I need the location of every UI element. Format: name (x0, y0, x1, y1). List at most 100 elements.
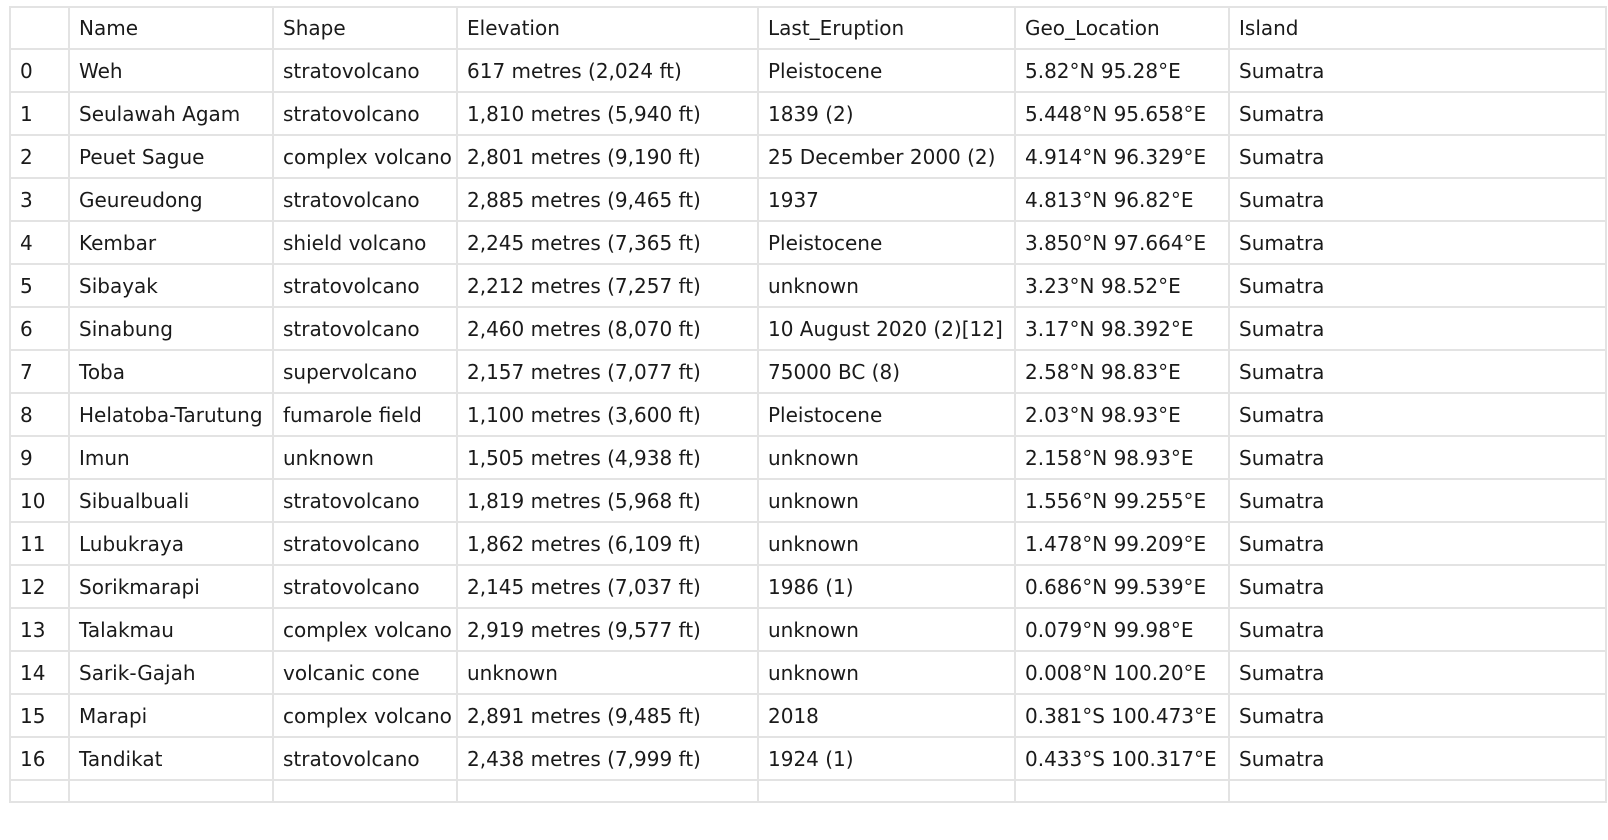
table-row: 4 Kembar shield volcano 2,245 metres (7,365… (9, 220, 1607, 265)
cell-elevation: 2,919 metres (9,577 ft) (456, 607, 759, 652)
column-header-island[interactable]: Island (1228, 6, 1607, 50)
cell-elevation: unknown (456, 650, 759, 695)
cell-last-eruption: Pleistocene (757, 392, 1016, 437)
cell-index: 15 (9, 693, 70, 738)
table-row: 14 Sarik-Gajah volcanic cone unknown unknown… (9, 650, 1607, 695)
cell-elevation: 2,891 metres (9,485 ft) (456, 693, 759, 738)
cell-name: Geureudong (68, 177, 274, 222)
table-row: 7 Toba supervolcano 2,157 metres (7,077 ft)… (9, 349, 1607, 394)
cell-last-eruption: 1924 (1) (757, 736, 1016, 781)
column-header-shape[interactable]: Shape (272, 6, 458, 50)
cell-shape: stratovolcano (272, 91, 458, 136)
cell-last-eruption: unknown (757, 607, 1016, 652)
column-header-index[interactable] (9, 6, 70, 50)
cell-elevation: 1,862 metres (6,109 ft) (456, 521, 759, 566)
cell-last-eruption: 75000 BC (8) (757, 349, 1016, 394)
cell-elevation: 2,212 metres (7,257 ft) (456, 263, 759, 308)
cell-island: Sumatra (1228, 48, 1607, 93)
cell-index: 0 (9, 48, 70, 93)
table-row: 0 Weh stratovolcano 617 metres (2,024 ft) Pl… (9, 48, 1607, 93)
cell-last-eruption: unknown (757, 650, 1016, 695)
table-row: 3 Geureudong stratovolcano 2,885 metres (9,… (9, 177, 1607, 222)
table-row: 2 Peuet Sague complex volcano 2,801 metres … (9, 134, 1607, 179)
cell-geo-location: 1.478°N 99.209°E (1014, 521, 1230, 566)
cell-island: Sumatra (1228, 263, 1607, 308)
cell-shape: supervolcano (272, 349, 458, 394)
cell-geo-location (1014, 779, 1230, 803)
cell-elevation: 2,885 metres (9,465 ft) (456, 177, 759, 222)
cell-shape: stratovolcano (272, 177, 458, 222)
cell-elevation: 2,145 metres (7,037 ft) (456, 564, 759, 609)
cell-name: Kembar (68, 220, 274, 265)
cell-elevation: 2,438 metres (7,999 ft) (456, 736, 759, 781)
cell-name: Sorikmarapi (68, 564, 274, 609)
table-row: 9 Imun unknown 1,505 metres (4,938 ft) unkno… (9, 435, 1607, 480)
cell-geo-location: 3.17°N 98.392°E (1014, 306, 1230, 351)
cell-index: 3 (9, 177, 70, 222)
cell-geo-location: 0.079°N 99.98°E (1014, 607, 1230, 652)
cell-name: Peuet Sague (68, 134, 274, 179)
cell-geo-location: 3.23°N 98.52°E (1014, 263, 1230, 308)
cell-index: 5 (9, 263, 70, 308)
cell-name: Sinabung (68, 306, 274, 351)
table-body: 0 Weh stratovolcano 617 metres (2,024 ft) Pl… (9, 48, 1607, 803)
column-header-name[interactable]: Name (68, 6, 274, 50)
cell-shape: stratovolcano (272, 564, 458, 609)
cell-index: 4 (9, 220, 70, 265)
table-row: 5 Sibayak stratovolcano 2,212 metres (7,257… (9, 263, 1607, 308)
cell-island: Sumatra (1228, 306, 1607, 351)
cell-island: Sumatra (1228, 564, 1607, 609)
cell-geo-location: 3.850°N 97.664°E (1014, 220, 1230, 265)
column-header-last-eruption[interactable]: Last_Eruption (757, 6, 1016, 50)
cell-elevation: 617 metres (2,024 ft) (456, 48, 759, 93)
table-row: 11 Lubukraya stratovolcano 1,862 metres (6,… (9, 521, 1607, 566)
cell-island: Sumatra (1228, 91, 1607, 136)
column-header-elevation[interactable]: Elevation (456, 6, 759, 50)
cell-index: 10 (9, 478, 70, 523)
cell-island: Sumatra (1228, 650, 1607, 695)
cell-index: 11 (9, 521, 70, 566)
cell-island: Sumatra (1228, 693, 1607, 738)
cell-name (68, 779, 274, 803)
cell-last-eruption: 1937 (757, 177, 1016, 222)
cell-island (1228, 779, 1607, 803)
cell-island: Sumatra (1228, 607, 1607, 652)
cell-shape: unknown (272, 435, 458, 480)
table-container: Name Shape Elevation Last_Eruption Geo_Locat… (9, 6, 1607, 803)
header-row: Name Shape Elevation Last_Eruption Geo_Locat… (9, 6, 1607, 50)
cell-last-eruption: unknown (757, 435, 1016, 480)
table-row: 12 Sorikmarapi stratovolcano 2,145 metres (… (9, 564, 1607, 609)
cell-island: Sumatra (1228, 349, 1607, 394)
cell-last-eruption: 25 December 2000 (2) (757, 134, 1016, 179)
cell-name: Helatoba-Tarutung (68, 392, 274, 437)
cell-last-eruption: 10 August 2020 (2)[12] (757, 306, 1016, 351)
cell-last-eruption (757, 779, 1016, 803)
cell-island: Sumatra (1228, 736, 1607, 781)
column-header-geo-location[interactable]: Geo_Location (1014, 6, 1230, 50)
cell-name: Seulawah Agam (68, 91, 274, 136)
cell-name: Sibayak (68, 263, 274, 308)
cell-elevation: 2,245 metres (7,365 ft) (456, 220, 759, 265)
cell-island: Sumatra (1228, 177, 1607, 222)
cell-last-eruption: Pleistocene (757, 48, 1016, 93)
cell-name: Tandikat (68, 736, 274, 781)
cell-shape: stratovolcano (272, 48, 458, 93)
cell-index: 2 (9, 134, 70, 179)
cell-name: Talakmau (68, 607, 274, 652)
cell-geo-location: 5.448°N 95.658°E (1014, 91, 1230, 136)
cell-geo-location: 0.686°N 99.539°E (1014, 564, 1230, 609)
cell-elevation (456, 779, 759, 803)
table-row: 16 Tandikat stratovolcano 2,438 metres (7,9… (9, 736, 1607, 781)
cell-index: 9 (9, 435, 70, 480)
cell-last-eruption: unknown (757, 263, 1016, 308)
cell-elevation: 1,810 metres (5,940 ft) (456, 91, 759, 136)
cell-geo-location: 1.556°N 99.255°E (1014, 478, 1230, 523)
cell-shape: fumarole field (272, 392, 458, 437)
cell-geo-location: 4.914°N 96.329°E (1014, 134, 1230, 179)
cell-shape: complex volcano (272, 134, 458, 179)
cell-shape: stratovolcano (272, 736, 458, 781)
cell-island: Sumatra (1228, 134, 1607, 179)
cell-last-eruption: 1839 (2) (757, 91, 1016, 136)
cell-island: Sumatra (1228, 521, 1607, 566)
cell-shape: stratovolcano (272, 478, 458, 523)
